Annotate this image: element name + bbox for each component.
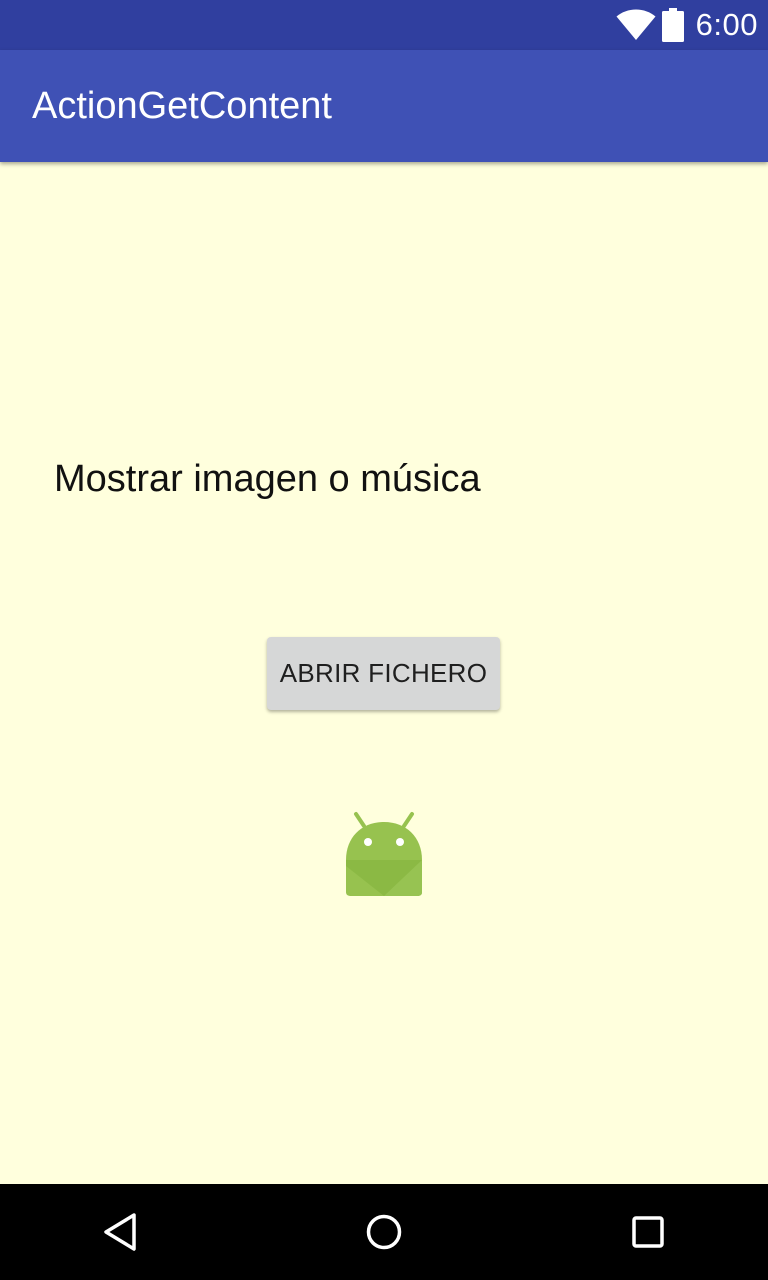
back-icon <box>104 1213 136 1251</box>
app-bar: ActionGetContent <box>0 50 768 162</box>
status-time: 6:00 <box>695 7 758 42</box>
recents-button[interactable] <box>588 1184 708 1280</box>
android-robot-icon <box>346 812 422 896</box>
app-title: ActionGetContent <box>32 85 332 127</box>
main-content: Mostrar imagen o música ABRIR FICHERO <box>0 162 768 1184</box>
back-button[interactable] <box>60 1184 180 1280</box>
wifi-icon <box>616 9 656 40</box>
status-icons: 6:00 <box>616 0 758 50</box>
home-button[interactable] <box>324 1184 444 1280</box>
prompt-text: Mostrar imagen o música <box>54 458 481 500</box>
status-bar: 6:00 <box>0 0 768 50</box>
open-file-button[interactable]: ABRIR FICHERO <box>267 637 500 710</box>
battery-icon <box>661 8 684 42</box>
recents-icon <box>632 1216 664 1248</box>
home-icon <box>366 1214 402 1250</box>
navigation-bar <box>0 1184 768 1280</box>
